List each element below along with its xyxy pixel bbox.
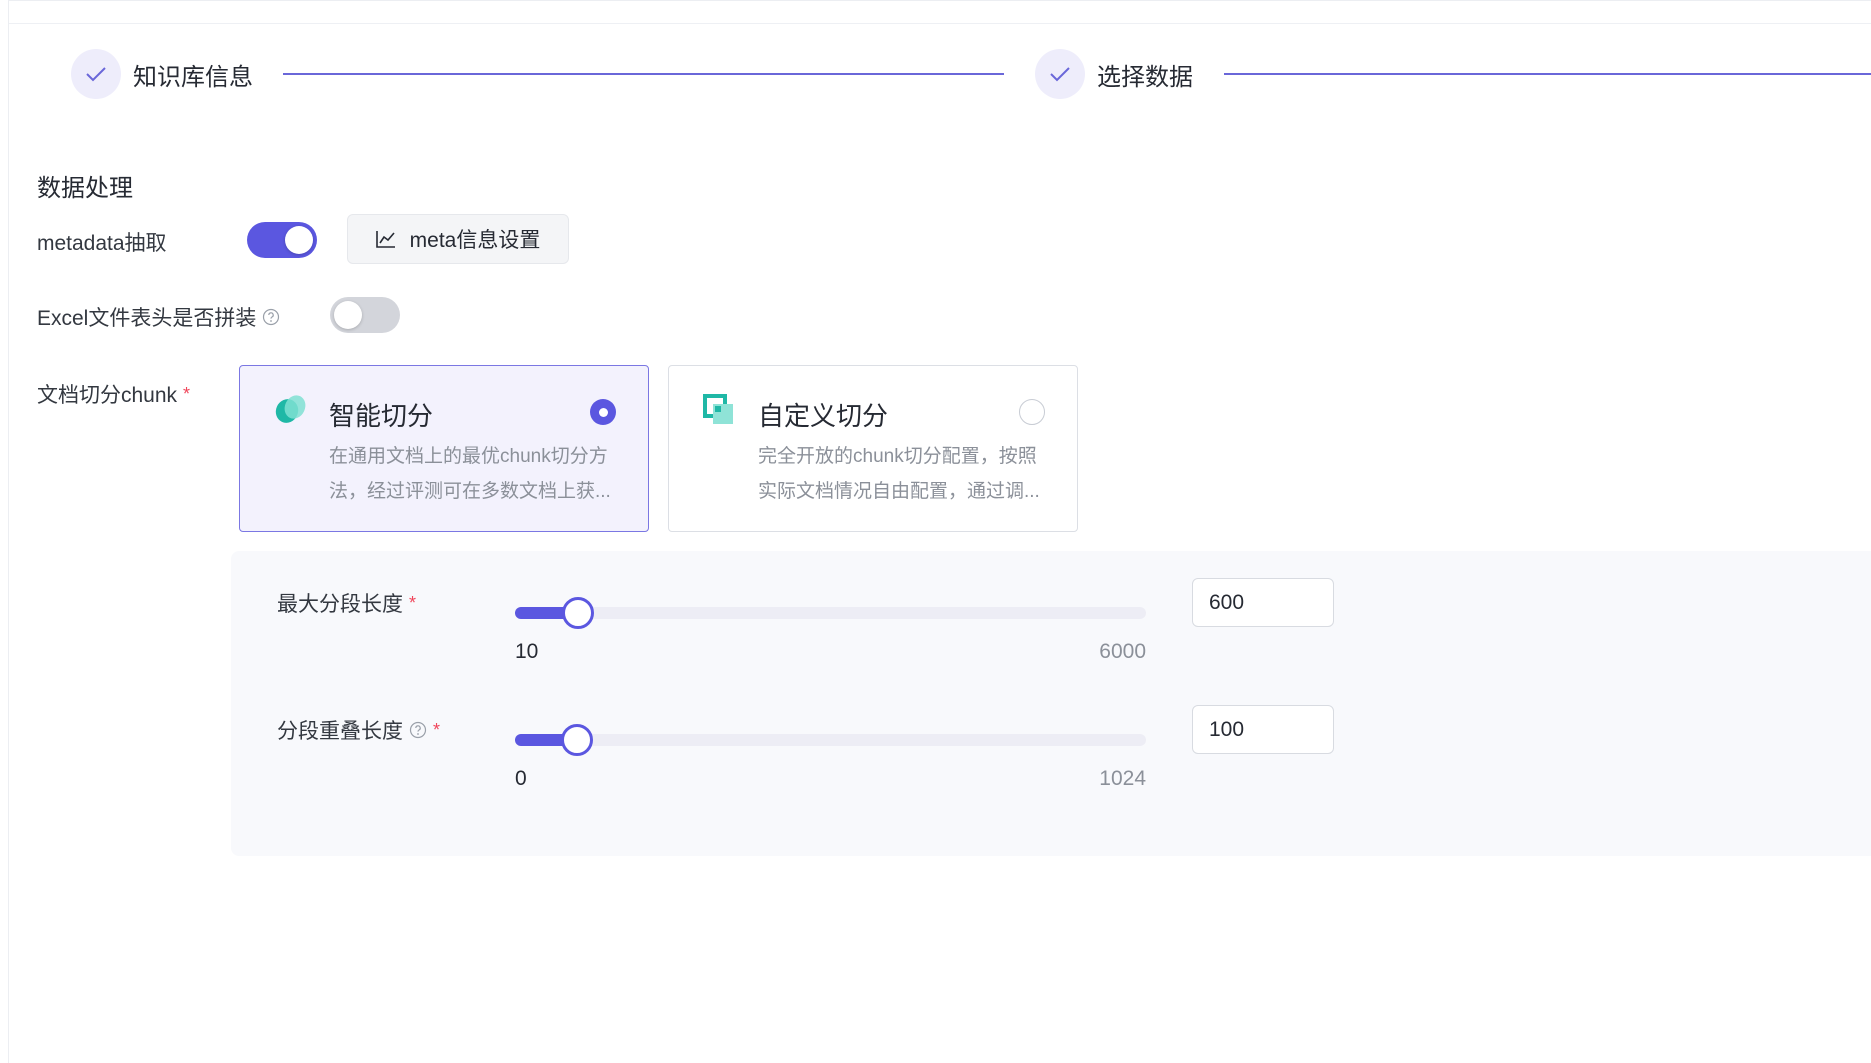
card-desc-line: 完全开放的chunk切分配置，按照 — [758, 446, 1037, 467]
smart-split-icon — [274, 394, 308, 429]
meta-settings-button[interactable]: meta信息设置 — [347, 214, 569, 264]
radio-selected[interactable] — [590, 399, 616, 425]
help-icon[interactable] — [409, 721, 427, 739]
check-icon — [1050, 67, 1070, 82]
excel-header-toggle[interactable] — [330, 297, 400, 333]
step-done-circle — [71, 49, 121, 99]
custom-split-icon — [703, 394, 735, 431]
max-segment-input[interactable]: 600 — [1192, 578, 1334, 627]
chunk-label: 文档切分chunk * — [37, 379, 190, 409]
metadata-label: metadata抽取 — [37, 227, 167, 257]
required-mark: * — [409, 592, 417, 613]
card-title: 自定义切分 — [758, 401, 889, 431]
step-knowledge-info: 知识库信息 — [71, 48, 253, 100]
card-title: 智能切分 — [329, 401, 434, 431]
chunk-config-panel — [231, 551, 1871, 856]
step-select-data: 选择数据 — [1035, 48, 1193, 100]
top-divider — [9, 23, 1871, 24]
required-mark: * — [183, 383, 191, 404]
meta-settings-label: meta信息设置 — [409, 229, 541, 252]
section-title: 数据处理 — [37, 175, 133, 202]
metadata-toggle[interactable] — [247, 222, 317, 258]
slider-min-label: 0 — [515, 767, 527, 790]
check-icon — [86, 67, 106, 82]
slider-handle[interactable] — [562, 597, 594, 629]
required-mark: * — [433, 719, 441, 740]
metadata-label-text: metadata抽取 — [37, 232, 167, 255]
help-icon[interactable] — [262, 308, 280, 326]
overlap-length-input[interactable]: 100 — [1192, 705, 1334, 754]
slider-label-text: 最大分段长度 — [277, 593, 403, 616]
step-done-circle — [1035, 49, 1085, 99]
step-label: 选择数据 — [1097, 63, 1193, 91]
card-desc-line: 法，经过评测可在多数文档上获... — [329, 481, 611, 502]
card-desc-line: 实际文档情况自由配置，通过调... — [758, 481, 1040, 502]
excel-label: Excel文件表头是否拼装 — [37, 302, 280, 332]
card-desc-line: 在通用文档上的最优chunk切分方 — [329, 446, 608, 467]
slider-min-label: 10 — [515, 640, 539, 663]
card-description: 在通用文档上的最优chunk切分方 法，经过评测可在多数文档上获... — [329, 439, 619, 509]
overlap-length-label: 分段重叠长度 * — [277, 715, 440, 745]
slider-label-text: 分段重叠长度 — [277, 720, 403, 743]
radio-unselected[interactable] — [1019, 399, 1045, 425]
slider-handle[interactable] — [561, 724, 593, 756]
chunk-label-text: 文档切分chunk — [37, 384, 178, 407]
step-connector — [283, 73, 1004, 75]
chunk-option-custom[interactable]: 自定义切分 完全开放的chunk切分配置，按照 实际文档情况自由配置，通过调..… — [668, 365, 1078, 532]
line-chart-icon — [375, 231, 395, 248]
slider-max-label: 1024 — [1099, 767, 1146, 790]
toggle-knob — [334, 301, 362, 329]
chunk-option-smart[interactable]: 智能切分 在通用文档上的最优chunk切分方 法，经过评测可在多数文档上获... — [239, 365, 649, 532]
max-segment-slider[interactable] — [515, 597, 1146, 629]
step-connector — [1224, 73, 1871, 75]
excel-label-text: Excel文件表头是否拼装 — [37, 307, 257, 330]
step-label: 知识库信息 — [133, 63, 253, 91]
max-segment-label: 最大分段长度 * — [277, 588, 416, 618]
slider-max-label: 6000 — [1099, 640, 1146, 663]
toggle-knob — [285, 226, 313, 254]
overlap-length-slider[interactable] — [515, 724, 1146, 756]
card-description: 完全开放的chunk切分配置，按照 实际文档情况自由配置，通过调... — [758, 439, 1048, 509]
